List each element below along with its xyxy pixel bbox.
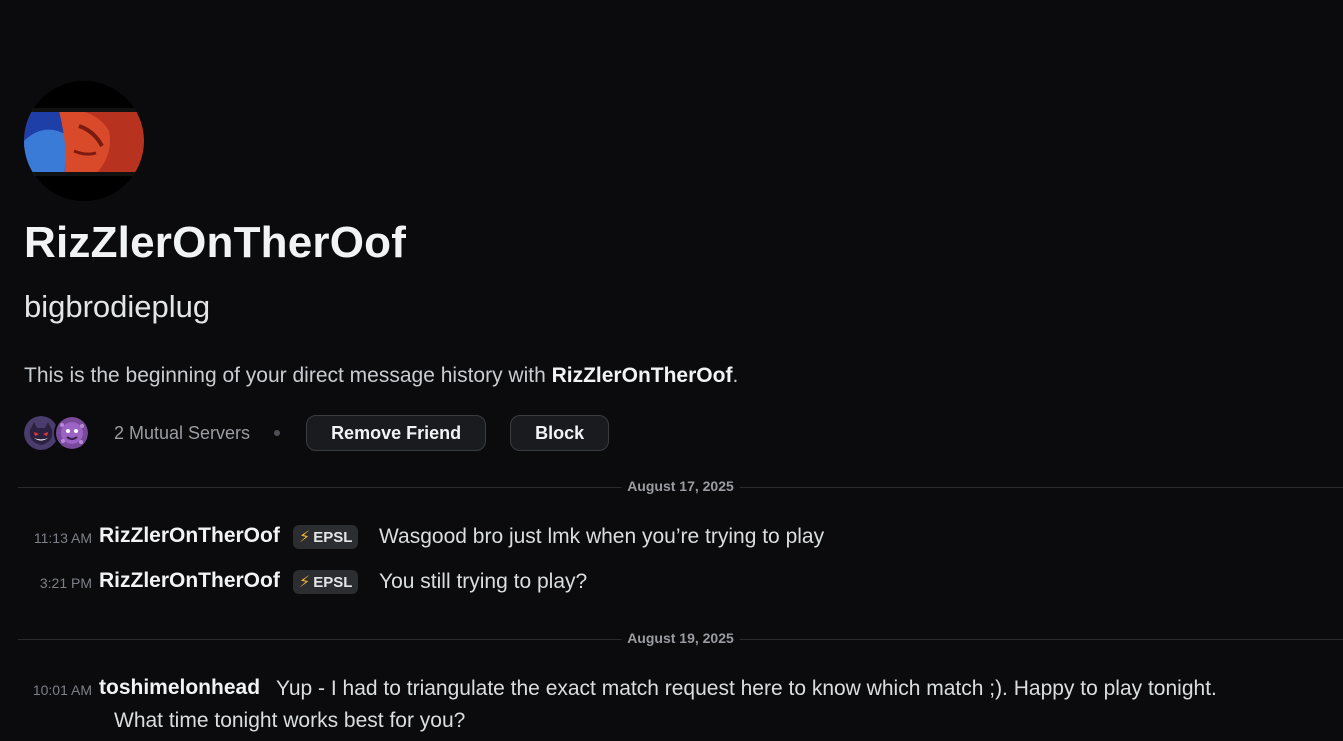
date-divider-label: August 19, 2025	[621, 630, 740, 646]
intro-suffix: .	[732, 364, 739, 387]
lightning-icon: ⚡	[299, 529, 311, 546]
message-author[interactable]: RizZlerOnTherOof	[99, 524, 280, 548]
message-author[interactable]: toshimelonhead	[99, 676, 260, 700]
message-content: Wasgood bro just lmk when you’re trying …	[379, 525, 825, 548]
lightning-icon: ⚡	[299, 574, 311, 591]
username: bigbrodieplug	[24, 289, 211, 324]
remove-friend-button[interactable]: Remove Friend	[306, 415, 487, 451]
display-name: RizZlerOnTherOof	[24, 218, 407, 267]
avatar[interactable]	[24, 81, 144, 201]
message-content-continued: What time tonight works best for you?	[114, 709, 466, 732]
message-author[interactable]: RizZlerOnTherOof	[99, 569, 280, 593]
message-content: Yup - I had to triangulate the exact mat…	[276, 677, 1217, 700]
date-divider: August 17, 2025	[18, 478, 1343, 494]
server-tag-label: EPSL	[313, 528, 353, 546]
message-item[interactable]: 3:21 PM RizZlerOnTherOof ⚡ EPSL You stil…	[0, 569, 1343, 599]
mutual-servers-row: 2 Mutual Servers Remove Friend Block	[24, 414, 610, 452]
message-content: You still trying to play?	[379, 570, 588, 593]
dm-intro-text: This is the beginning of your direct mes…	[24, 364, 738, 388]
server-tag-label: EPSL	[313, 573, 353, 591]
date-divider-label: August 17, 2025	[621, 478, 740, 494]
separator-dot	[274, 430, 281, 436]
message-item[interactable]: 10:01 AM toshimelonhead Yup - I had to t…	[0, 676, 1343, 738]
intro-prefix: This is the beginning of your direct mes…	[24, 364, 552, 387]
message-timestamp[interactable]: 11:13 AM	[34, 530, 92, 546]
block-button[interactable]: Block	[510, 415, 610, 451]
koffing-server-icon[interactable]	[54, 415, 90, 451]
date-divider: August 19, 2025	[18, 630, 1343, 646]
message-timestamp[interactable]: 10:01 AM	[33, 682, 92, 698]
mutual-servers-link[interactable]: 2 Mutual Servers	[114, 423, 250, 444]
server-tag-badge[interactable]: ⚡ EPSL	[293, 570, 359, 594]
avatar-image	[24, 81, 144, 201]
server-tag-badge[interactable]: ⚡ EPSL	[293, 525, 359, 549]
message-timestamp[interactable]: 3:21 PM	[40, 575, 92, 591]
gengar-server-icon[interactable]	[24, 416, 58, 450]
intro-name: RizZlerOnTherOof	[551, 364, 733, 387]
message-item[interactable]: 11:13 AM RizZlerOnTherOof ⚡ EPSL Wasgood…	[0, 524, 1343, 554]
